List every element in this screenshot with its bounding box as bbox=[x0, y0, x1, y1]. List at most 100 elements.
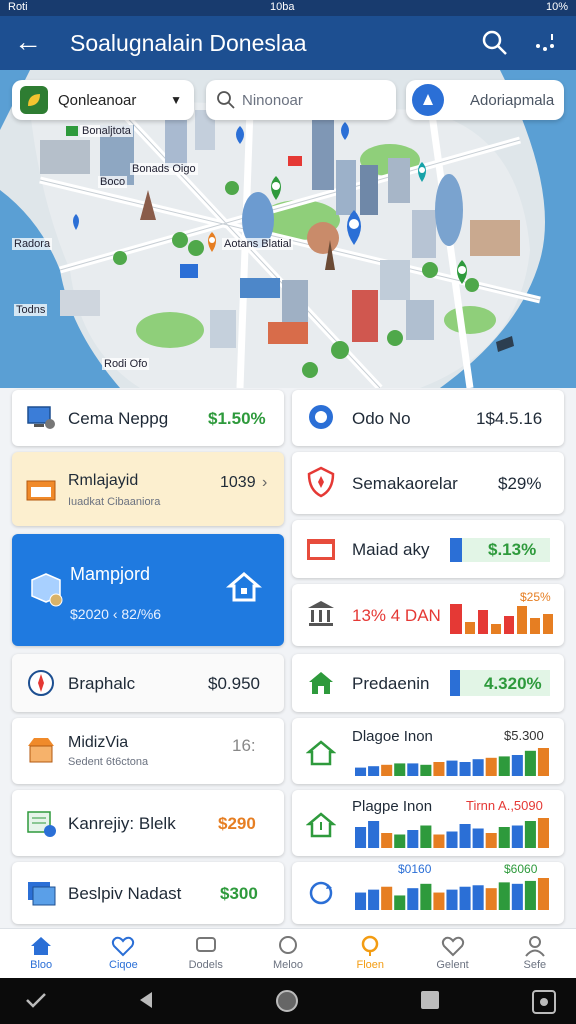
card-subtitle: Sedent 6t6ctona bbox=[68, 756, 149, 768]
bar bbox=[485, 757, 497, 776]
nav-item-favorites[interactable]: Ciqoe bbox=[82, 929, 164, 978]
store-icon bbox=[28, 738, 54, 763]
bar bbox=[485, 833, 497, 848]
map-label: Bonaljtota bbox=[80, 125, 133, 137]
list-item[interactable]: Dlagoe Inon $5.300 bbox=[292, 718, 564, 784]
home-circle-icon[interactable] bbox=[274, 988, 300, 1019]
category-dropdown[interactable]: Qonleanoar ▼ bbox=[12, 80, 194, 120]
map-label: Radora bbox=[12, 238, 53, 250]
card-value: 1$4.5.16 bbox=[476, 409, 543, 428]
card-label: Braphalc bbox=[68, 674, 136, 693]
bar bbox=[446, 831, 458, 848]
bar bbox=[459, 886, 471, 910]
cards-icon bbox=[28, 882, 56, 906]
bank-icon bbox=[308, 601, 334, 626]
bar bbox=[407, 830, 419, 848]
card-value: $.13% bbox=[488, 540, 537, 559]
compass-icon bbox=[28, 670, 54, 696]
bar-chart bbox=[355, 878, 549, 910]
card-label: Semakaorelar bbox=[352, 474, 458, 493]
bar bbox=[524, 880, 536, 910]
nav-label: Dodels bbox=[188, 959, 223, 971]
bar bbox=[433, 834, 445, 848]
bar bbox=[524, 821, 536, 848]
more-icon[interactable] bbox=[530, 28, 560, 58]
card-value: Tirnn A.,5090 bbox=[466, 798, 543, 813]
search-icon[interactable] bbox=[480, 28, 510, 58]
water-icon bbox=[309, 405, 333, 429]
bar bbox=[446, 889, 458, 910]
calendar-icon bbox=[307, 539, 335, 560]
bar bbox=[407, 763, 419, 776]
bar bbox=[511, 883, 523, 910]
bar bbox=[459, 824, 471, 848]
location-label: Adoriapmala bbox=[470, 91, 555, 109]
screenshot-icon[interactable] bbox=[530, 988, 558, 1021]
bar bbox=[498, 756, 510, 776]
bar bbox=[420, 825, 432, 848]
category-label: Qonleanoar bbox=[58, 91, 137, 109]
nav-label: Floen bbox=[356, 959, 385, 971]
heart-outline-icon bbox=[441, 936, 464, 957]
list-item[interactable]: Beslpiv Nadast $300 bbox=[12, 862, 284, 924]
list-item[interactable]: Semakaorelar $29% bbox=[292, 452, 564, 514]
document-icon bbox=[27, 811, 56, 837]
list-item[interactable]: $0160 $6060 bbox=[292, 862, 564, 924]
list-item[interactable]: Predaenin 4.320% bbox=[292, 654, 564, 712]
check-icon[interactable] bbox=[24, 988, 48, 1017]
bar bbox=[511, 825, 523, 848]
list-item[interactable]: Cema Neppg $1.50% bbox=[12, 390, 284, 446]
list-item[interactable]: Braphalc $0.950 bbox=[12, 654, 284, 712]
list-item[interactable]: 13% 4 DAN $25% bbox=[292, 584, 564, 646]
list-item[interactable]: Plagpe Inon Tirnn A.,5090 bbox=[292, 790, 564, 856]
bar bbox=[472, 759, 484, 776]
page-title: Soalugnalain Doneslaa bbox=[70, 30, 307, 56]
list-item[interactable]: Odo No 1$4.5.16 bbox=[292, 390, 564, 446]
nav-item-messages[interactable]: Dodels bbox=[165, 929, 247, 978]
chevron-down-icon: ▼ bbox=[170, 93, 182, 107]
bar bbox=[485, 888, 497, 910]
nav-item-profile[interactable]: Sefe bbox=[494, 929, 576, 978]
search-field[interactable]: Ninonoar bbox=[206, 80, 396, 120]
list-item[interactable]: Rmlajayid Iuadkat Cibaaniora 1039 › bbox=[12, 452, 284, 526]
featured-card[interactable]: Mampjord $2020 ‹ 82/%6 bbox=[12, 534, 284, 646]
nav-item-saved[interactable]: Gelent bbox=[411, 929, 493, 978]
bar bbox=[420, 764, 432, 776]
nav-item-places[interactable]: Floen bbox=[329, 929, 411, 978]
bar-chart bbox=[355, 748, 549, 776]
nav-item-chat[interactable]: Meloo bbox=[247, 929, 329, 978]
bar bbox=[394, 834, 406, 848]
list-item[interactable]: Maiad aky $.13% bbox=[292, 520, 564, 578]
nav-item-home[interactable]: Bloo bbox=[0, 929, 82, 978]
bar bbox=[459, 762, 471, 776]
card-label: Kanrejiy: Blelk bbox=[68, 814, 176, 833]
back-triangle-icon[interactable] bbox=[134, 988, 158, 1017]
card-label: Maiad aky bbox=[352, 540, 430, 559]
bar-chart bbox=[355, 818, 549, 848]
status-carrier: Roti bbox=[8, 1, 28, 13]
search-placeholder: Ninonoar bbox=[242, 91, 303, 109]
arrow-left-icon[interactable]: ← bbox=[14, 28, 42, 56]
card-value: 4.320% bbox=[484, 674, 542, 693]
map-label: Bonads Oigo bbox=[130, 163, 198, 175]
list-item[interactable]: MidizVia Sedent 6t6ctona 16: bbox=[12, 718, 284, 784]
bar bbox=[498, 827, 510, 848]
bar bbox=[537, 748, 549, 776]
recents-square-icon[interactable] bbox=[418, 988, 442, 1017]
card-value: $5.300 bbox=[504, 728, 544, 743]
bar bbox=[381, 833, 393, 848]
bar bbox=[472, 885, 484, 910]
list-item[interactable]: Kanrejiy: Blelk $290 bbox=[12, 790, 284, 856]
bar bbox=[433, 762, 445, 776]
bottom-navigation: Bloo Ciqoe Dodels Meloo Floen Gelent Sef… bbox=[0, 928, 576, 978]
calendar-icon bbox=[26, 480, 56, 501]
bar bbox=[381, 886, 393, 910]
progress-fill bbox=[450, 670, 460, 696]
card-value: $300 bbox=[220, 884, 258, 903]
card-value: $29% bbox=[498, 474, 542, 493]
card-subtitle: Iuadkat Cibaaniora bbox=[68, 496, 161, 508]
progress-fill bbox=[450, 538, 462, 562]
shield-icon bbox=[307, 466, 335, 498]
bar bbox=[355, 827, 367, 848]
location-selector[interactable]: Adoriapmala bbox=[406, 80, 564, 120]
